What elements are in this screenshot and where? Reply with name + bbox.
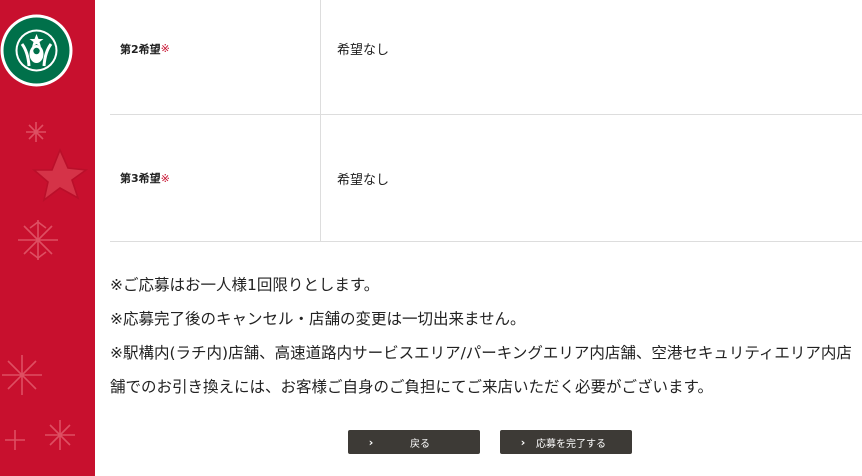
- row-value: 希望なし: [337, 172, 390, 188]
- sidebar: [0, 0, 95, 476]
- back-button[interactable]: › 戻る: [348, 430, 480, 454]
- label-text: 第3希望: [120, 172, 161, 185]
- row-label: 第2希望 ※: [110, 0, 321, 114]
- form-row-choice-3: 第3希望 ※ 希望なし: [110, 115, 862, 242]
- row-value: 希望なし: [337, 43, 390, 58]
- required-mark: ※: [160, 42, 170, 55]
- starbucks-logo: [0, 14, 73, 87]
- required-mark: ※: [160, 171, 170, 185]
- notes-section: ※ご応募はお一人様1回限りとします。 ※応募完了後のキャンセル・店舗の変更は一切…: [110, 268, 862, 404]
- row-label: 第3希望 ※: [110, 115, 321, 241]
- label-text: 第2希望: [120, 42, 161, 56]
- complete-application-button[interactable]: › 応募を完了する: [500, 430, 632, 454]
- form-row-choice-2: 第2希望 ※ 希望なし: [110, 0, 862, 115]
- main-content: 第2希望 ※ 希望なし 第3希望 ※ 希望なし ※ご応募はお一人様1回限りとします。…: [110, 0, 862, 476]
- snowflake-decoration: [2, 122, 89, 450]
- chevron-right-icon: ›: [520, 435, 526, 449]
- complete-application-button-label: 応募を完了する: [536, 438, 606, 450]
- note-item: ※駅構内(ラチ内)店舗、高速道路内サービスエリア/パーキングエリア内店舗、空港セ…: [110, 344, 852, 396]
- back-button-label: 戻る: [410, 438, 430, 450]
- note-item: ※応募完了後のキャンセル・店舗の変更は一切出来ません。: [110, 310, 526, 328]
- note-item: ※ご応募はお一人様1回限りとします。: [110, 276, 380, 294]
- chevron-right-icon: ›: [368, 435, 374, 449]
